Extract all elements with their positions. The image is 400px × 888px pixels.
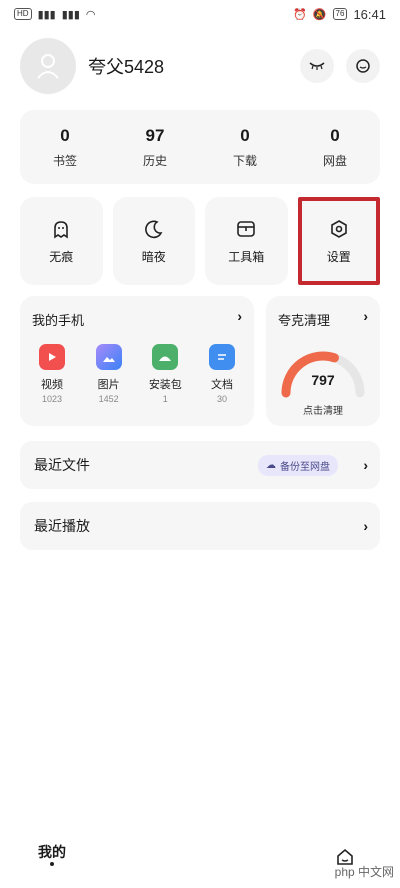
signal-icon-2: ▮▮▮ — [61, 8, 80, 21]
stat-value: 0 — [240, 125, 250, 145]
nav-mine[interactable]: 我的 — [38, 842, 66, 862]
tool-label: 工具箱 — [228, 249, 265, 264]
app-count: 30 — [216, 394, 227, 404]
image-icon — [95, 344, 122, 370]
alarm-icon: ⏰ — [293, 8, 307, 21]
message-button[interactable] — [346, 49, 380, 83]
recent-files-row[interactable]: 最近文件 ☁ 备份至网盘 › — [20, 441, 380, 489]
eye-closed-icon — [309, 62, 325, 70]
message-icon — [356, 59, 370, 73]
app-label: 视频 — [41, 379, 63, 391]
stats-card: 0 书签 97 历史 0 下载 0 网盘 — [20, 110, 380, 184]
stat-label: 网盘 — [322, 153, 347, 168]
stat-cloud[interactable]: 0 网盘 — [290, 110, 380, 184]
tool-label: 设置 — [326, 249, 351, 264]
tools-row: 无痕 暗夜 工具箱 设置 — [20, 197, 380, 285]
tool-label: 暗夜 — [141, 249, 166, 264]
cleanup-gauge — [281, 351, 365, 398]
avatar[interactable] — [20, 38, 76, 94]
stat-label: 历史 — [142, 153, 167, 168]
stat-label: 下载 — [232, 153, 257, 168]
app-images[interactable]: 图片 1452 — [83, 344, 135, 404]
stat-label: 书签 — [52, 153, 77, 168]
document-icon — [208, 344, 235, 370]
moon-icon — [144, 220, 163, 238]
stat-bookmarks[interactable]: 0 书签 — [20, 110, 110, 184]
cleanup-value: 797 — [311, 372, 335, 388]
tool-label: 无痕 — [49, 249, 74, 264]
stat-downloads[interactable]: 0 下载 — [200, 110, 290, 184]
app-label: 图片 — [97, 379, 120, 391]
profile-header: 夸父5428 — [20, 36, 380, 96]
toolbox-icon — [237, 220, 256, 237]
card-title: 夸克清理 — [278, 313, 331, 328]
status-bar: HD ▮▮▮ ▮▮▮ ◠ ⏰ 🔕 76 16:41 — [0, 0, 400, 28]
user-placeholder-icon — [37, 54, 59, 79]
stat-value: 97 — [145, 125, 165, 145]
stat-value: 0 — [60, 125, 70, 145]
chevron-right-icon[interactable]: › — [363, 308, 368, 324]
app-video[interactable]: 视频 1023 — [26, 344, 78, 404]
app-count: 1 — [162, 394, 168, 404]
app-apk[interactable]: 安装包 1 — [139, 344, 191, 404]
settings-button[interactable]: 设置 — [297, 197, 380, 285]
mute-icon: 🔕 — [312, 8, 327, 21]
recent-play-row[interactable]: 最近播放 › — [20, 502, 380, 550]
row-label: 最近播放 — [34, 518, 90, 534]
ghost-icon — [54, 220, 69, 238]
app-label: 安装包 — [148, 379, 182, 391]
hd-badge: HD — [14, 8, 32, 20]
status-left: HD ▮▮▮ ▮▮▮ ◠ — [14, 8, 96, 21]
app-docs[interactable]: 文档 30 — [196, 344, 248, 404]
bottom-nav: 我的 php 中文网 — [0, 828, 400, 888]
phone-apps: 视频 1023 图片 1452 安装包 1 文档 30 — [26, 344, 248, 404]
chevron-right-icon[interactable]: › — [237, 308, 242, 324]
toolbox-button[interactable]: 工具箱 — [205, 197, 288, 285]
clock: 16:41 — [353, 6, 386, 22]
app-label: 文档 — [210, 379, 233, 391]
play-icon — [39, 344, 65, 370]
android-icon — [152, 344, 179, 370]
top-actions — [300, 49, 380, 83]
card-title: 我的手机 — [32, 313, 85, 328]
cloud-upload-icon: ☁ — [266, 459, 276, 471]
status-right: ⏰ 🔕 76 16:41 — [293, 7, 386, 22]
night-mode-button[interactable]: 暗夜 — [112, 197, 195, 285]
chevron-right-icon[interactable]: › — [363, 457, 368, 473]
username[interactable]: 夸父5428 — [88, 53, 300, 79]
app-count: 1452 — [98, 394, 119, 404]
app-count: 1023 — [41, 394, 63, 404]
watermark: php 中文网 — [334, 865, 394, 879]
my-phone-card[interactable]: 我的手机 › 视频 1023 图片 1452 安装包 1 文档 30 — [20, 296, 254, 426]
stat-value: 0 — [330, 125, 340, 145]
backup-label: 备份至网盘 — [280, 461, 330, 473]
nav-active-dot — [50, 862, 54, 866]
row-label: 最近文件 — [34, 457, 90, 473]
signal-icon: ▮▮▮ — [37, 8, 56, 21]
backup-button[interactable]: ☁ 备份至网盘 — [258, 454, 338, 476]
battery-badge: 76 — [332, 8, 348, 20]
chevron-right-icon[interactable]: › — [363, 518, 368, 534]
eye-closed-button[interactable] — [300, 49, 334, 83]
cleanup-label[interactable]: 点击清理 — [266, 402, 380, 417]
hexagon-settings-icon — [330, 219, 347, 238]
cleaner-card[interactable]: 夸克清理 › 797 点击清理 — [266, 296, 380, 426]
incognito-button[interactable]: 无痕 — [20, 197, 103, 285]
stat-history[interactable]: 97 历史 — [110, 110, 200, 184]
wifi-icon: ◠ — [85, 8, 96, 21]
